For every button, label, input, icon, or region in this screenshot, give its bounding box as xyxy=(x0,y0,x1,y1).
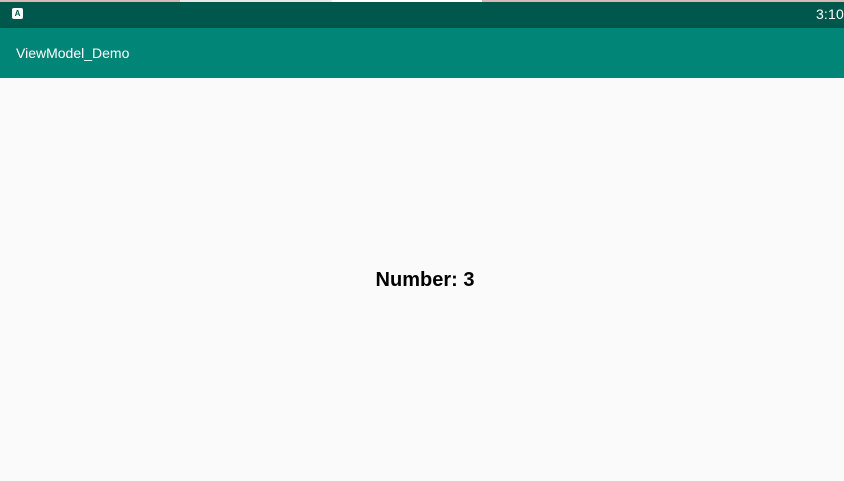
android-notification-icon: A xyxy=(12,8,23,19)
app-bar: ViewModel_Demo xyxy=(0,28,844,78)
number-text: Number: 3 xyxy=(375,269,475,291)
notification-icon-glyph: A xyxy=(14,8,21,18)
app-title: ViewModel_Demo xyxy=(16,45,130,61)
status-bar: A 3:10 xyxy=(0,2,844,28)
main-content: Number: 3 xyxy=(0,78,844,481)
status-time: 3:10 xyxy=(815,6,844,22)
